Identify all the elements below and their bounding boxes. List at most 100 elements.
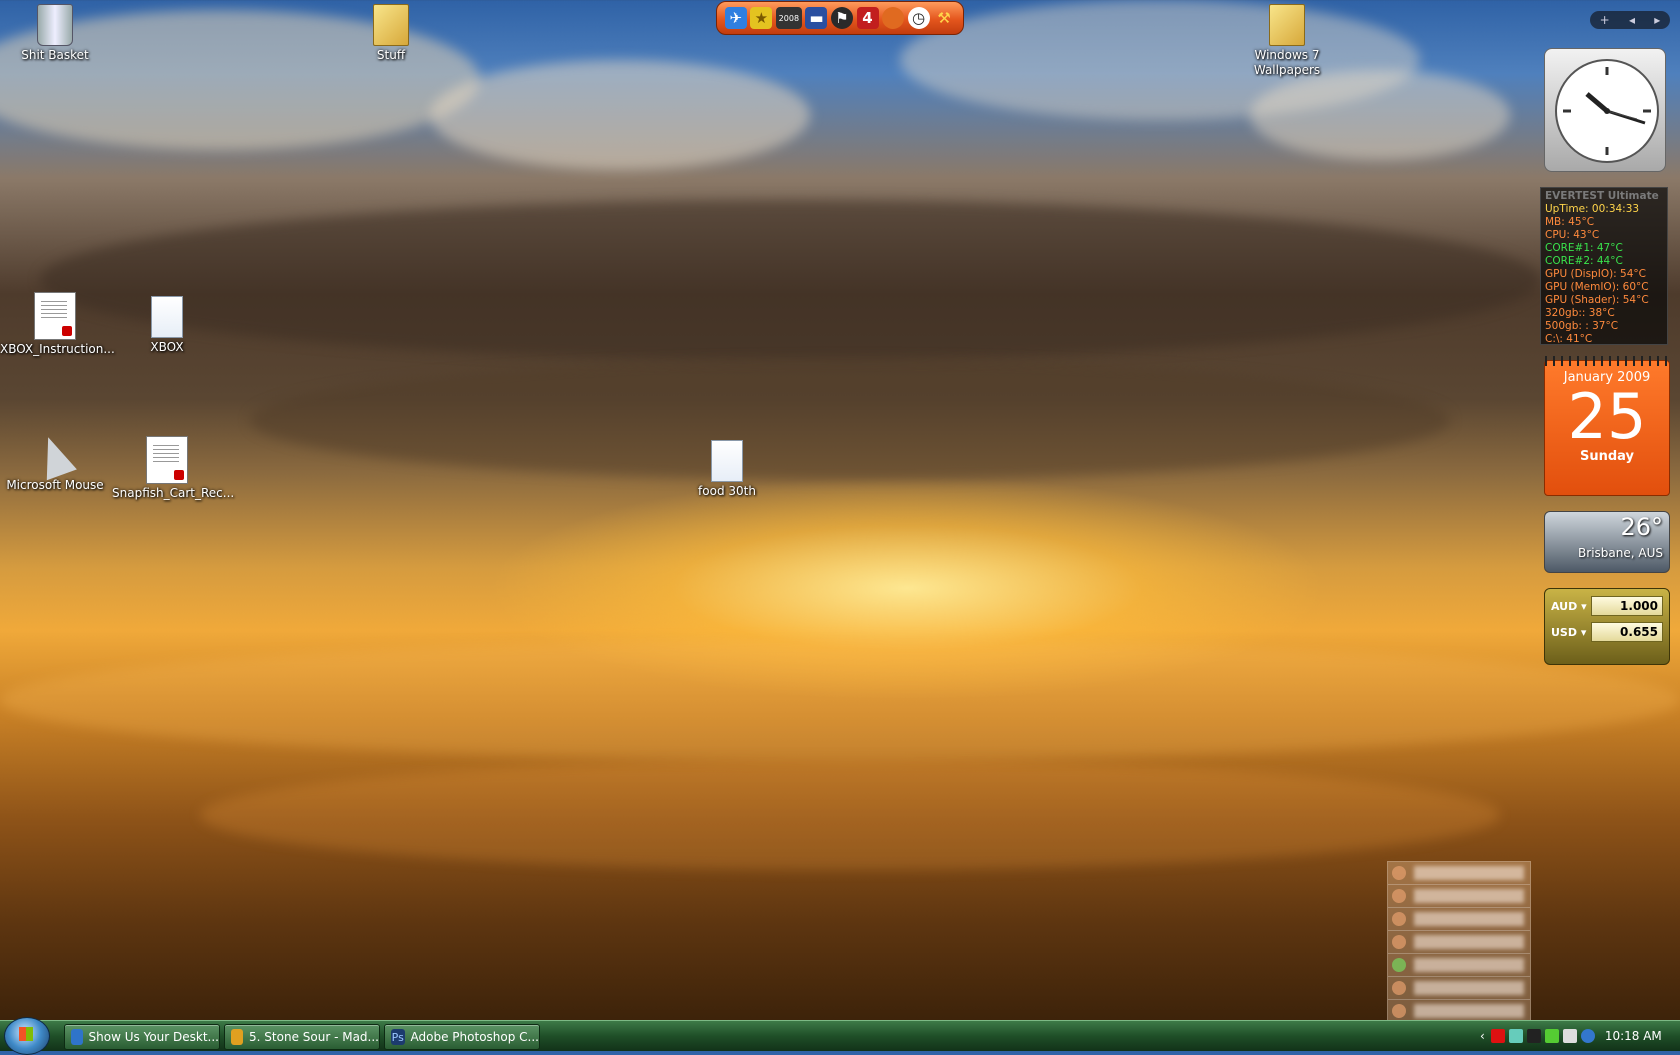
desktop-icon-xbox[interactable]: XBOX bbox=[112, 296, 222, 355]
everest-title: EVERTEST Ultimate bbox=[1545, 190, 1659, 202]
plane-icon[interactable]: ✈ bbox=[724, 7, 747, 29]
winamp-icon bbox=[231, 1029, 244, 1045]
calendar-rings bbox=[1545, 356, 1669, 366]
list-item[interactable] bbox=[1388, 931, 1530, 954]
photoshop-icon: Ps bbox=[391, 1029, 405, 1045]
network-icon[interactable] bbox=[1508, 1029, 1523, 1043]
ie-icon bbox=[71, 1029, 83, 1045]
everest-reading: CORE#2: 44°C bbox=[1545, 255, 1623, 267]
mouse-shortcut-icon bbox=[33, 431, 77, 481]
everest-reading: MB: 45°C bbox=[1545, 216, 1595, 228]
everest-reading: CORE#1: 47°C bbox=[1545, 242, 1623, 254]
pdf-file-icon bbox=[146, 436, 188, 484]
everest-tray-icon[interactable] bbox=[1526, 1029, 1541, 1043]
system-tray: ‹ 10:18 AM bbox=[1480, 1021, 1680, 1051]
taskbar-button-label: Show Us Your Deskt... bbox=[88, 1030, 219, 1044]
everest-gadget[interactable]: EVERTEST Ultimate UpTime: 00:34:33 MB: 45… bbox=[1540, 187, 1668, 345]
desktop-icon-label: Microsoft Mouse bbox=[6, 478, 104, 492]
list-item[interactable] bbox=[1388, 885, 1530, 908]
contact-icon bbox=[1392, 935, 1406, 949]
calendar-day: 25 bbox=[1567, 380, 1647, 453]
sidebar-next-button[interactable]: ▸ bbox=[1654, 13, 1660, 27]
currency-gadget: AUD ▾ 1.000 USD ▾ 0.655 bbox=[1544, 588, 1670, 665]
clock-face bbox=[1555, 59, 1659, 163]
windows-logo-icon bbox=[19, 1027, 33, 1041]
text-file-icon bbox=[711, 440, 743, 482]
contact-icon bbox=[1392, 889, 1406, 903]
contact-list-window[interactable] bbox=[1387, 861, 1531, 1023]
list-item[interactable] bbox=[1388, 908, 1530, 931]
taskbar: Show Us Your Deskt... 5. Stone Sour - Ma… bbox=[0, 1017, 1680, 1055]
calendar-gadget[interactable]: January 2009 25 Sunday bbox=[1544, 356, 1670, 496]
contact-icon bbox=[1392, 958, 1406, 972]
list-item[interactable] bbox=[1388, 977, 1530, 1000]
text-file-icon bbox=[151, 296, 183, 338]
everest-reading: GPU (MemIO): 60°C bbox=[1545, 281, 1649, 293]
quick-launch-bar: ✈ ★ 2008 ▬ ⚑ 4 ◷ ⚒ bbox=[716, 1, 964, 35]
everest-reading: GPU (DispIO): 54°C bbox=[1545, 268, 1647, 280]
desktop-icon-label: XBOX_Instruction... bbox=[0, 342, 115, 356]
taskbar-button-winamp[interactable]: 5. Stone Sour - Mad... bbox=[224, 1024, 380, 1050]
desktop-icon-recycle-bin[interactable]: Shit Basket bbox=[0, 4, 110, 63]
calendar-weekday: Sunday bbox=[1579, 449, 1635, 464]
currency-from-value[interactable]: 1.000 bbox=[1591, 596, 1663, 616]
running-man-icon[interactable]: ⚑ bbox=[830, 7, 853, 29]
contact-icon bbox=[1392, 981, 1406, 995]
everest-reading: CPU: 43°C bbox=[1545, 229, 1600, 241]
taskbar-button-show-us-your-desktop[interactable]: Show Us Your Deskt... bbox=[64, 1024, 220, 1050]
weather-gadget[interactable]: 26° Brisbane, AUS bbox=[1544, 511, 1670, 573]
four-icon[interactable]: 4 bbox=[856, 7, 879, 29]
desktop-icon-label: Shit Basket bbox=[21, 48, 89, 62]
everest-reading: GPU (Shader): 54°C bbox=[1545, 294, 1649, 306]
desktop-icon-stuff[interactable]: Stuff bbox=[336, 4, 446, 63]
desktop-icon-label: food 30th bbox=[698, 484, 756, 498]
volume-icon[interactable] bbox=[1580, 1029, 1595, 1043]
everest-reading: UpTime: 00:34:33 bbox=[1545, 203, 1640, 215]
desktop-icon-label: Snapfish_Cart_Rec... bbox=[112, 486, 235, 500]
clock-icon[interactable]: ◷ bbox=[907, 7, 930, 29]
messenger-icon[interactable] bbox=[1544, 1029, 1559, 1043]
currency-from-select[interactable]: AUD ▾ bbox=[1551, 600, 1591, 613]
currency-to-select[interactable]: USD ▾ bbox=[1551, 626, 1591, 639]
desktop-icon-label: Windows 7 Wallpapers bbox=[1253, 48, 1321, 77]
ati-icon[interactable] bbox=[1490, 1029, 1505, 1043]
clock-hands-icon bbox=[1563, 67, 1651, 155]
contact-icon bbox=[1392, 866, 1406, 880]
sidebar-add-button[interactable]: + bbox=[1600, 13, 1610, 27]
taskbar-button-label: 5. Stone Sour - Mad... bbox=[249, 1030, 379, 1044]
pdf-file-icon bbox=[34, 292, 76, 340]
tray-expand-chevron[interactable]: ‹ bbox=[1480, 1029, 1485, 1043]
taskbar-button-label: Adobe Photoshop C... bbox=[410, 1030, 539, 1044]
currency-to-value: 0.655 bbox=[1591, 622, 1663, 642]
sidebar-prev-button[interactable]: ◂ bbox=[1629, 13, 1635, 27]
everest-readings: UpTime: 00:34:33 MB: 45°C CPU: 43°C CORE#1:… bbox=[1545, 203, 1663, 346]
list-item[interactable] bbox=[1388, 862, 1530, 885]
contact-icon bbox=[1392, 912, 1406, 926]
star-icon[interactable]: ★ bbox=[750, 7, 773, 29]
2008-icon[interactable]: 2008 bbox=[775, 7, 802, 29]
everest-reading: 320gb:: 38°C bbox=[1545, 307, 1615, 319]
desktop-icon-xbox-instructions[interactable]: XBOX_Instruction... bbox=[0, 292, 115, 357]
list-item[interactable] bbox=[1388, 954, 1530, 977]
everest-reading: C:\: 41°C bbox=[1545, 333, 1593, 345]
train-icon[interactable]: ▬ bbox=[805, 7, 828, 29]
desktop-icon-food-30th[interactable]: food 30th bbox=[672, 440, 782, 499]
clock-gadget[interactable] bbox=[1544, 48, 1666, 172]
contact-icon bbox=[1392, 1004, 1406, 1018]
hammer-icon[interactable]: ⚒ bbox=[933, 7, 955, 29]
everest-reading: 500gb: : 37°C bbox=[1545, 320, 1619, 332]
desktop-icon-windows7-wallpapers[interactable]: Windows 7 Wallpapers bbox=[1232, 4, 1342, 78]
folder-icon bbox=[1269, 4, 1305, 46]
desktop-icon-microsoft-mouse[interactable]: Microsoft Mouse bbox=[0, 431, 110, 493]
recycle-bin-icon bbox=[37, 4, 73, 46]
tray-clock[interactable]: 10:18 AM bbox=[1605, 1029, 1662, 1043]
desktop-icon-label: Stuff bbox=[376, 48, 406, 62]
desktop-icon-label: XBOX bbox=[150, 340, 184, 354]
orange-bubble-icon[interactable] bbox=[882, 7, 905, 29]
start-button[interactable] bbox=[4, 1017, 50, 1055]
taskbar-button-photoshop[interactable]: Ps Adobe Photoshop C... bbox=[384, 1024, 540, 1050]
folder-icon bbox=[373, 4, 409, 46]
weather-city: Brisbane, AUS bbox=[1578, 546, 1663, 560]
plane-tray-icon[interactable] bbox=[1562, 1029, 1577, 1043]
desktop-icon-snapfish-cart[interactable]: Snapfish_Cart_Rec... bbox=[112, 436, 235, 501]
